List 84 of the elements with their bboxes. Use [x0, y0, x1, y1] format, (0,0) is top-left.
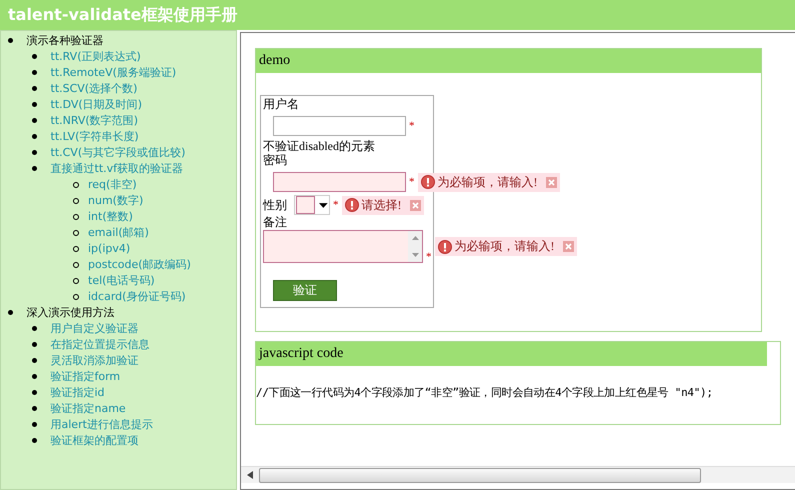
scroll-up-icon[interactable]: [412, 236, 418, 240]
nav-link[interactable]: 用alert进行信息提示: [50, 418, 153, 431]
dropdown-arrow-icon: [319, 202, 328, 208]
section-label: 演示各种验证器: [26, 34, 104, 47]
nav-link[interactable]: tt.SCV(选择个数): [50, 82, 138, 95]
bullet-icon: [32, 342, 37, 348]
nav-link[interactable]: postcode(邮政编码): [88, 257, 191, 273]
bullet-icon: [73, 294, 79, 300]
bullet-icon: [32, 326, 37, 332]
warning-icon: [438, 240, 452, 254]
nav-link[interactable]: tt.RemoteV(服务端验证): [50, 66, 176, 79]
required-mark: *: [409, 120, 414, 132]
bullet-icon: [32, 438, 37, 444]
error-message: 为必输项，请输入!: [454, 238, 554, 255]
bullet-icon: [32, 358, 37, 364]
nav-link[interactable]: int(整数): [88, 209, 133, 225]
nav-link[interactable]: 验证指定form: [50, 370, 120, 383]
bullet-icon: [32, 118, 37, 124]
nav-link[interactable]: 用户自定义验证器: [50, 322, 138, 335]
nav-link[interactable]: tt.RV(正则表达式): [50, 50, 141, 63]
warning-icon: [344, 198, 358, 212]
bullet-icon: [32, 406, 37, 412]
nav-link[interactable]: tt.LV(字符串长度): [50, 130, 139, 143]
required-mark: *: [409, 176, 414, 188]
nav-link[interactable]: tt.NRV(数字范围): [50, 114, 138, 127]
nav-link[interactable]: idcard(身份证号码): [88, 289, 186, 305]
bullet-icon: [32, 102, 37, 108]
bullet-icon: [32, 166, 37, 172]
scroll-left-icon[interactable]: [247, 471, 253, 479]
warning-icon: [420, 175, 434, 189]
bullet-icon: [73, 278, 79, 284]
nav-link[interactable]: email(邮箱): [88, 225, 149, 241]
bullet-icon: [73, 214, 79, 220]
bullet-icon: [73, 230, 79, 236]
select-field[interactable]: [294, 195, 330, 215]
field-label: 性别: [263, 198, 287, 212]
nav-link[interactable]: 灵活取消添加验证: [50, 354, 138, 367]
nav-link[interactable]: req(非空): [88, 177, 137, 193]
panel-title: javascript code: [259, 346, 344, 362]
nav-link[interactable]: ip(ipv4): [88, 241, 130, 257]
field-label: 用户名: [263, 97, 300, 111]
required-mark: *: [426, 251, 432, 263]
bullet-icon: [32, 390, 37, 396]
nav-link[interactable]: 验证指定name: [50, 402, 126, 415]
scroll-down-icon[interactable]: [412, 253, 418, 257]
validate-button[interactable]: 验证: [273, 280, 337, 301]
input-field[interactable]: [273, 116, 406, 136]
section-label: 深入演示使用方法: [26, 306, 114, 319]
nav-link[interactable]: 直接通过tt.vf获取的验证器: [50, 162, 184, 175]
bullet-icon: [32, 86, 37, 92]
bullet-icon: [32, 422, 37, 428]
code-line: //下面这一行代码为4个字段添加了“非空”验证，同时会自动在4个字段上加上红色星号 "n4");: [256, 385, 714, 400]
nav-link[interactable]: num(数字): [88, 193, 144, 209]
nav-link[interactable]: 验证框架的配置项: [50, 434, 138, 447]
nav-link[interactable]: tt.CV(与其它字段或值比较): [50, 146, 186, 159]
close-icon[interactable]: [562, 241, 574, 252]
text-area[interactable]: [263, 230, 423, 263]
form-note: 不验证disabled的元素: [263, 139, 376, 153]
error-message: 为必输项，请输入!: [438, 174, 538, 190]
panel-title: demo: [259, 53, 290, 69]
bullet-icon: [8, 38, 13, 44]
horizontal-scrollbar[interactable]: [241, 466, 795, 483]
field-label: 密码: [263, 153, 288, 167]
bullet-icon: [73, 246, 79, 252]
bullet-icon: [8, 310, 13, 316]
nav-link[interactable]: tel(电话号码): [88, 273, 155, 289]
required-mark: *: [333, 199, 338, 211]
field-label: 备注: [263, 215, 288, 229]
nav-link[interactable]: 在指定位置提示信息: [50, 338, 150, 351]
bullet-icon: [32, 150, 37, 156]
page-title: talent-validate框架使用手册: [8, 4, 238, 26]
error-message: 请选择!: [362, 196, 402, 214]
bullet-icon: [73, 198, 79, 204]
bullet-icon: [73, 182, 79, 188]
nav-link[interactable]: 验证指定id: [50, 386, 105, 399]
close-icon[interactable]: [546, 176, 556, 188]
bullet-icon: [32, 134, 37, 140]
bullet-icon: [32, 70, 37, 76]
bullet-icon: [32, 54, 37, 60]
nav-link[interactable]: tt.DV(日期及时间): [50, 98, 142, 111]
bullet-icon: [73, 262, 79, 268]
input-field[interactable]: [273, 172, 406, 192]
close-icon[interactable]: [410, 200, 420, 210]
bullet-icon: [32, 374, 37, 380]
